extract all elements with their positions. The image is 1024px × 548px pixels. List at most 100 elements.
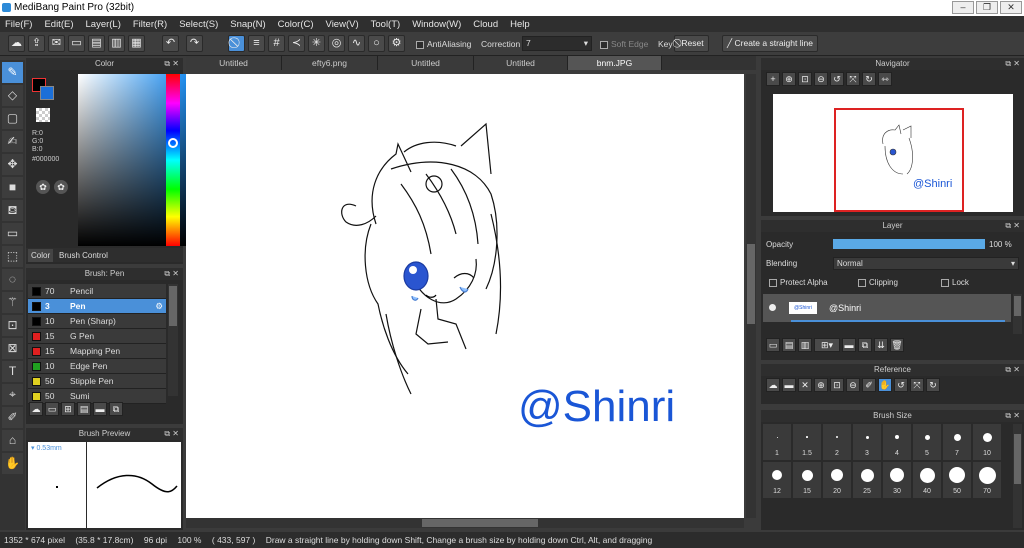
divide-tool-icon[interactable]: ⌖ <box>2 384 23 405</box>
fit-icon[interactable]: ⊡ <box>798 72 812 86</box>
curve-snap-icon[interactable]: ∿ <box>348 35 365 52</box>
menu-view[interactable]: View(V) <box>326 19 359 30</box>
concentric-snap-icon[interactable]: ◎ <box>328 35 345 52</box>
bucket-tool-icon[interactable]: ⛾ <box>2 200 23 221</box>
brush-item[interactable]: 3 Pen ⚙ <box>28 299 166 314</box>
hue-handle[interactable] <box>168 138 178 148</box>
shape-fill-icon[interactable]: ■ <box>2 177 23 198</box>
tab-doc-1[interactable]: Untitled <box>186 56 282 70</box>
clipping-checkbox[interactable]: Clipping <box>858 278 898 287</box>
layer-scrollbar[interactable] <box>1013 294 1022 334</box>
comment-icon[interactable]: ✉ <box>48 35 65 52</box>
menu-tool[interactable]: Tool(T) <box>371 19 401 30</box>
cloud-brush-icon[interactable]: ☁ <box>29 402 43 416</box>
move-tool-icon[interactable]: ✥ <box>2 154 23 175</box>
save-icon[interactable]: ▤ <box>88 35 105 52</box>
delete-layer-icon[interactable]: 🗑 <box>890 338 904 352</box>
select-tool-icon[interactable]: ⬚ <box>2 246 23 267</box>
snap-settings-icon[interactable]: ⚙ <box>388 35 405 52</box>
brush-size-cell[interactable]: 20 <box>823 462 851 498</box>
ref-reset-icon[interactable]: ⤧ <box>910 378 924 392</box>
export-icon[interactable]: ▥ <box>108 35 125 52</box>
menu-file[interactable]: File(F) <box>5 19 32 30</box>
blending-dropdown[interactable]: Normal ▾ <box>833 257 1019 270</box>
merge-layer-icon[interactable]: ⇊ <box>874 338 888 352</box>
add-brush-icon[interactable]: ⊞ <box>61 402 75 416</box>
menu-window[interactable]: Window(W) <box>412 19 461 30</box>
tab-doc-3[interactable]: Untitled <box>378 56 474 70</box>
brush-item[interactable]: 10 Edge Pen <box>28 359 166 374</box>
tab-doc-4[interactable]: Untitled <box>474 56 568 70</box>
maximize-button[interactable]: ❐ <box>976 1 998 14</box>
brush-item[interactable]: 50 Stipple Pen <box>28 374 166 389</box>
upload-icon[interactable]: ⇪ <box>28 35 45 52</box>
open-reference-icon[interactable]: ▬ <box>782 378 796 392</box>
brush-size-cell[interactable]: 5 <box>913 424 941 460</box>
brush-item[interactable]: 15 G Pen <box>28 329 166 344</box>
select-eraser-icon[interactable]: ⊠ <box>2 338 23 359</box>
canvas-vertical-scrollbar[interactable] <box>746 74 756 518</box>
ref-hand-icon[interactable]: ✋ <box>878 378 892 392</box>
text-tool-icon[interactable]: T <box>2 361 23 382</box>
ref-rotate-right-icon[interactable]: ↻ <box>926 378 940 392</box>
secondary-color-swatch[interactable] <box>40 86 54 100</box>
menu-color[interactable]: Color(C) <box>278 19 314 30</box>
clipping-check[interactable] <box>858 278 866 287</box>
zoom-in-alt-icon[interactable]: ⊕ <box>782 72 796 86</box>
rotate-right-icon[interactable]: ↻ <box>862 72 876 86</box>
brush-list-scrollbar[interactable] <box>168 284 178 396</box>
menu-edit[interactable]: Edit(E) <box>44 19 73 30</box>
ref-zoom-out-icon[interactable]: ⊖ <box>846 378 860 392</box>
drawing-canvas[interactable]: @Shinri <box>186 74 744 518</box>
brush-size-cell[interactable]: 4 <box>883 424 911 460</box>
layer-row[interactable]: @Shinri @Shinri <box>763 294 1011 322</box>
minimize-button[interactable]: – <box>952 1 974 14</box>
ref-fit-icon[interactable]: ⊡ <box>830 378 844 392</box>
eyedropper-tool-icon[interactable]: ⌂ <box>2 430 23 451</box>
new-file-icon[interactable]: ▭ <box>68 35 85 52</box>
brush-size-cell[interactable]: 30 <box>883 462 911 498</box>
new-brush-icon[interactable]: ▭ <box>45 402 59 416</box>
tab-doc-5[interactable]: bnm.JPG <box>568 56 662 70</box>
panel-close-icon[interactable]: ⧉ ✕ <box>164 58 179 70</box>
menu-snap[interactable]: Snap(N) <box>230 19 265 30</box>
brush-size-scrollbar[interactable] <box>1013 424 1022 528</box>
brush-size-cell[interactable]: 1 <box>763 424 791 460</box>
straight-line-button[interactable]: ╱ Create a straight line <box>722 35 818 52</box>
panel-close-icon[interactable]: ⧉ ✕ <box>1005 410 1020 422</box>
flip-icon[interactable]: ⇿ <box>878 72 892 86</box>
magic-wand-icon[interactable]: ⚚ <box>2 292 23 313</box>
panel-close-icon[interactable]: ⧉ ✕ <box>1005 58 1020 70</box>
brush-settings-gear-icon[interactable]: ⚙ <box>155 299 163 314</box>
brush-size-cell[interactable]: 2 <box>823 424 851 460</box>
panel-close-icon[interactable]: ⧉ ✕ <box>164 428 179 440</box>
protect-alpha-check[interactable] <box>769 278 777 287</box>
snap-off-icon[interactable]: ⃠ <box>228 35 245 52</box>
blur-tool-icon[interactable]: ✐ <box>2 407 23 428</box>
new-layer-icon[interactable]: ▭ <box>766 338 780 352</box>
protect-alpha-checkbox[interactable]: Protect Alpha <box>769 278 828 287</box>
menu-cloud[interactable]: Cloud <box>473 19 498 30</box>
visibility-eye-icon[interactable] <box>769 304 776 311</box>
radial-snap-icon[interactable]: ✳ <box>308 35 325 52</box>
brush-settings-icon[interactable]: ▤ <box>77 402 91 416</box>
dot-tool-icon[interactable]: ▢ <box>2 108 23 129</box>
grid-snap-icon[interactable]: # <box>268 35 285 52</box>
undo-icon[interactable]: ↶ <box>162 35 179 52</box>
menu-filter[interactable]: Filter(R) <box>133 19 167 30</box>
zoom-in-icon[interactable]: + <box>766 72 780 86</box>
correction-dropdown[interactable]: 7 ▾ <box>522 36 592 51</box>
brush-size-cell[interactable]: 3 <box>853 424 881 460</box>
cloud-reference-icon[interactable]: ☁ <box>766 378 780 392</box>
ref-zoom-in-icon[interactable]: ⊕ <box>814 378 828 392</box>
panel-close-icon[interactable]: ⧉ ✕ <box>164 268 179 280</box>
brush-item[interactable]: 10 Pen (Sharp) <box>28 314 166 329</box>
cloud-icon[interactable]: ☁ <box>8 35 25 52</box>
brush-size-cell[interactable]: 12 <box>763 462 791 498</box>
duplicate-layer-icon[interactable]: ⧉ <box>858 338 872 352</box>
reset-button[interactable]: ⃠ Reset <box>674 35 709 52</box>
reset-view-icon[interactable]: ⤧ <box>846 72 860 86</box>
rotate-left-icon[interactable]: ↺ <box>830 72 844 86</box>
canvas-horizontal-scrollbar[interactable] <box>186 518 744 528</box>
brush-size-cell[interactable]: 70 <box>973 462 1001 498</box>
